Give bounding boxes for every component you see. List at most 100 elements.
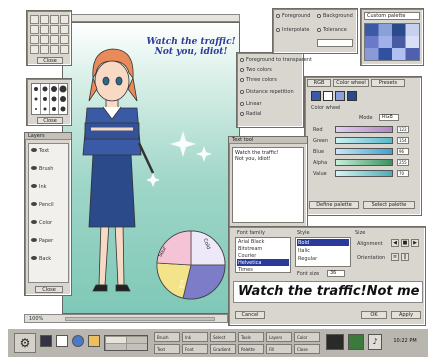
pager-desk-4[interactable] bbox=[127, 344, 147, 350]
brush-close-button[interactable]: Close bbox=[37, 117, 63, 124]
fill-option[interactable]: Foreground bbox=[276, 13, 310, 19]
channel-slider[interactable] bbox=[335, 126, 393, 133]
move-tool-icon[interactable] bbox=[50, 15, 59, 24]
font-list-item[interactable]: Helvetica bbox=[238, 260, 261, 266]
picker-tool-icon[interactable] bbox=[40, 45, 49, 54]
channel-slider[interactable] bbox=[335, 170, 393, 177]
swatch-4[interactable] bbox=[347, 91, 357, 101]
gradient-option[interactable]: Three colors bbox=[240, 77, 277, 83]
eye-icon[interactable] bbox=[31, 256, 37, 260]
pen-tool-icon[interactable] bbox=[30, 25, 39, 34]
style-list[interactable]: Bold Italic Regular bbox=[295, 237, 351, 267]
hand-tool-icon[interactable] bbox=[30, 45, 39, 54]
palette-swatches[interactable] bbox=[364, 23, 420, 61]
gradient-option[interactable]: Foreground to transparent bbox=[240, 57, 312, 63]
eye-icon[interactable] bbox=[31, 184, 37, 188]
task-button[interactable]: Select bbox=[210, 332, 236, 342]
text-tool-icon[interactable] bbox=[30, 35, 39, 44]
style-list-item[interactable]: Regular bbox=[298, 256, 317, 262]
channel-value[interactable]: 154 bbox=[397, 137, 409, 144]
tray-volume-icon[interactable]: ♪ bbox=[368, 334, 382, 350]
channel-slider[interactable] bbox=[335, 148, 393, 155]
palette-dropdown[interactable]: Custom palette bbox=[364, 12, 420, 20]
layer-item[interactable]: Pencil bbox=[39, 202, 54, 208]
style-list-item[interactable]: Bold bbox=[298, 240, 309, 246]
files-icon[interactable] bbox=[88, 335, 100, 347]
layers-close-button[interactable]: Close bbox=[35, 286, 63, 293]
task-button[interactable]: Brush bbox=[154, 332, 180, 342]
tools-close-button[interactable]: Close bbox=[37, 57, 63, 64]
font-apply-button[interactable]: Apply bbox=[391, 311, 421, 319]
gradient-option[interactable]: Linear bbox=[240, 101, 262, 107]
eye-icon[interactable] bbox=[31, 220, 37, 224]
layer-item[interactable]: Color bbox=[39, 220, 52, 226]
zoom-tool-icon[interactable] bbox=[60, 15, 69, 24]
tab-rgb[interactable]: RGB bbox=[307, 79, 331, 87]
gradient-option[interactable]: Distance repetition bbox=[240, 89, 294, 95]
font-cancel-button[interactable]: Cancel bbox=[235, 311, 265, 319]
task-button[interactable]: Text bbox=[154, 344, 180, 354]
font-ok-button[interactable]: OK bbox=[361, 311, 387, 319]
drawing-canvas[interactable]: Watch the traffic! Not you, idiot! Sour … bbox=[62, 22, 240, 314]
brush-grid[interactable] bbox=[31, 83, 68, 115]
editor-icon[interactable] bbox=[56, 335, 68, 347]
tab-presets[interactable]: Presets bbox=[371, 79, 405, 87]
start-menu-icon[interactable]: ⚙ bbox=[14, 333, 36, 353]
pager-desk-3[interactable] bbox=[106, 344, 126, 350]
font-family-list[interactable]: Arial Black Bitstream Courier Helvetica … bbox=[235, 237, 291, 273]
channel-value[interactable]: 70 bbox=[397, 170, 409, 177]
eye-icon[interactable] bbox=[31, 166, 37, 170]
rect-tool-icon[interactable] bbox=[50, 35, 59, 44]
define-palette-button[interactable]: Define palette bbox=[309, 201, 359, 209]
font-list-item[interactable]: Bitstream bbox=[238, 246, 262, 252]
fill-option[interactable]: Background bbox=[317, 13, 353, 19]
channel-value[interactable]: 122 bbox=[397, 126, 409, 133]
stamp-tool-icon[interactable] bbox=[60, 45, 69, 54]
eraser-tool-icon[interactable] bbox=[50, 25, 59, 34]
tray-monitor-icon[interactable] bbox=[326, 334, 344, 350]
brush-tool-icon[interactable] bbox=[40, 25, 49, 34]
select-palette-button[interactable]: Select palette bbox=[363, 201, 415, 209]
pager-desk-1[interactable] bbox=[106, 337, 126, 343]
eye-icon[interactable] bbox=[31, 202, 37, 206]
channel-slider[interactable] bbox=[335, 159, 393, 166]
channel-slider[interactable] bbox=[335, 137, 393, 144]
layer-item[interactable]: Text bbox=[39, 148, 49, 154]
tab-color-wheel[interactable]: Color wheel bbox=[333, 79, 369, 87]
pager-desk-2[interactable] bbox=[127, 337, 147, 343]
channel-value[interactable]: 96 bbox=[397, 148, 409, 155]
task-button[interactable]: Gradient bbox=[210, 344, 236, 354]
task-button[interactable]: Tools bbox=[238, 332, 264, 342]
channel-value[interactable]: 255 bbox=[397, 159, 409, 166]
task-button[interactable]: Palette bbox=[238, 344, 264, 354]
horizontal-orientation-button[interactable]: ≡ bbox=[391, 253, 399, 261]
select-tool-icon[interactable] bbox=[30, 15, 39, 24]
align-left-button[interactable]: ◀ bbox=[391, 239, 399, 247]
task-button[interactable]: Layers bbox=[266, 332, 292, 342]
layer-item[interactable]: Paper bbox=[39, 238, 53, 244]
line-tool-icon[interactable] bbox=[40, 35, 49, 44]
font-list-item[interactable]: Arial Black bbox=[238, 239, 264, 245]
eye-icon[interactable] bbox=[31, 238, 37, 242]
swatch-3[interactable] bbox=[335, 91, 345, 101]
foreground-swatch[interactable] bbox=[311, 91, 321, 101]
mode-select[interactable]: RGB bbox=[379, 114, 399, 121]
text-content-field[interactable]: Watch the traffic! Not you, idiot! bbox=[232, 147, 304, 223]
pager[interactable] bbox=[104, 335, 148, 351]
layer-item[interactable]: Back bbox=[39, 256, 51, 262]
terminal-icon[interactable] bbox=[40, 335, 52, 347]
font-list-item[interactable]: Times bbox=[238, 267, 253, 273]
layer-item[interactable]: Ink bbox=[39, 184, 47, 190]
task-button[interactable]: Close bbox=[294, 344, 320, 354]
lasso-tool-icon[interactable] bbox=[40, 15, 49, 24]
ellipse-tool-icon[interactable] bbox=[60, 35, 69, 44]
task-button[interactable]: Fill bbox=[266, 344, 292, 354]
task-button[interactable]: Ink bbox=[182, 332, 208, 342]
tray-network-icon[interactable] bbox=[348, 334, 364, 350]
gradient-tool-icon[interactable] bbox=[50, 45, 59, 54]
vertical-orientation-button[interactable]: ‖ bbox=[401, 253, 409, 261]
gradient-option[interactable]: Radial bbox=[240, 111, 261, 117]
tolerance-field[interactable] bbox=[317, 39, 353, 47]
style-list-item[interactable]: Italic bbox=[298, 248, 310, 254]
task-button[interactable]: Color bbox=[294, 332, 320, 342]
